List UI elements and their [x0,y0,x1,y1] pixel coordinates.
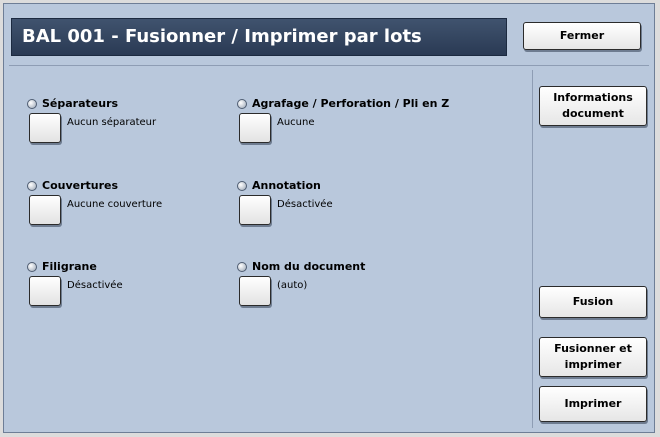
status-led-icon [237,98,247,109]
merge-and-print-label-line1: Fusionner et [554,342,632,355]
option-value: Désactivée [67,280,123,291]
document-info-button[interactable]: Informations document [539,86,647,126]
document-info-label-line1: Informations [553,91,633,104]
print-button[interactable]: Imprimer [539,386,647,422]
option-value: (auto) [277,280,308,291]
option-value: Aucune couverture [67,199,163,210]
merge-and-print-label-line2: imprimer [564,358,622,371]
fusion-button[interactable]: Fusion [539,286,647,318]
document-name-button[interactable] [239,276,271,306]
option-label: Annotation [252,179,321,192]
status-led-icon [27,98,37,109]
option-label: Filigrane [42,260,97,273]
document-info-label-line2: document [562,107,624,120]
option-label: Séparateurs [42,97,119,110]
screen: BAL 001 - Fusionner / Imprimer par lots … [3,3,655,433]
option-value: Aucune [277,117,315,128]
status-led-icon [237,261,247,272]
separators-button[interactable] [29,113,61,143]
covers-button[interactable] [29,195,61,225]
merge-and-print-button[interactable]: Fusionner et imprimer [539,337,647,377]
header-divider [9,65,649,66]
option-value: Désactivée [277,199,333,210]
status-led-icon [27,261,37,272]
page-title: BAL 001 - Fusionner / Imprimer par lots [11,18,507,56]
option-label: Couvertures [42,179,119,192]
option-label: Agrafage / Perforation / Pli en Z [252,97,450,110]
status-led-icon [27,180,37,191]
annotation-button[interactable] [239,195,271,225]
close-button[interactable]: Fermer [523,22,641,50]
option-label: Nom du document [252,260,366,273]
watermark-button[interactable] [29,276,61,306]
option-value: Aucun séparateur [67,117,157,128]
status-led-icon [237,180,247,191]
stapling-button[interactable] [239,113,271,143]
